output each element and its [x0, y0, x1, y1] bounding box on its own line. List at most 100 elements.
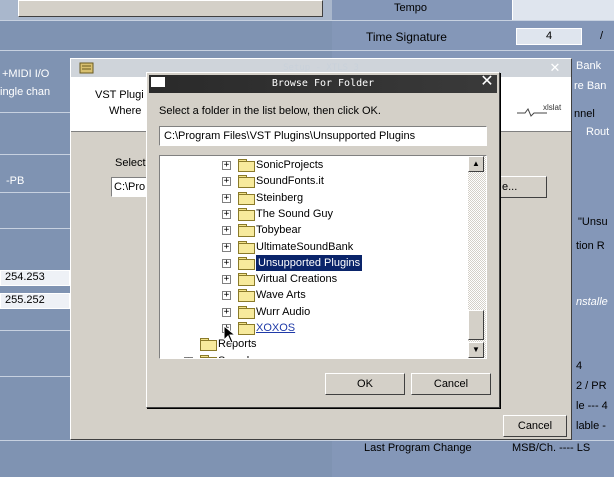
- left-label-midi-io: +MIDI I/O: [2, 68, 50, 80]
- tempo-label: Tempo: [394, 2, 428, 14]
- tree-item[interactable]: + Wurr Audio: [160, 304, 460, 320]
- app-icon: [79, 62, 94, 74]
- window-icon: [151, 77, 165, 87]
- tree-item[interactable]: + SonicProjects: [160, 157, 460, 173]
- folder-icon: [238, 305, 255, 319]
- ok-button[interactable]: OK: [325, 373, 405, 395]
- divider: [0, 154, 70, 155]
- tree-item[interactable]: + The Sound Guy: [160, 206, 460, 222]
- setup-cancel-button[interactable]: Cancel: [503, 415, 567, 437]
- last-program-change-label: Last Program Change: [364, 442, 472, 454]
- time-signature-label: Time Signature: [366, 30, 447, 44]
- tree-item[interactable]: + Steinberg: [160, 190, 460, 206]
- right-label-bank: Bank: [576, 60, 602, 72]
- plugin-path-field[interactable]: C:\Pro: [111, 177, 151, 197]
- tree-item-label: SoundFonts.it: [256, 175, 324, 188]
- tree-item[interactable]: + UltimateSoundBank: [160, 239, 460, 255]
- right-label-lable: lable -: [576, 420, 606, 432]
- close-icon[interactable]: ✕: [479, 74, 495, 90]
- tree-item[interactable]: + Samples: [160, 353, 460, 358]
- folder-icon: [238, 159, 255, 172]
- folder-icon: [238, 240, 255, 254]
- tree-item-label: XOXOS: [256, 322, 296, 334]
- tree-item-label: Wurr Audio: [256, 305, 311, 318]
- right-label-channel: nnel: [574, 108, 595, 120]
- tree-item-label: SonicProjects: [256, 159, 324, 171]
- ip-field-2[interactable]: 255.252: [0, 293, 70, 309]
- tree-item[interactable]: Reports: [160, 336, 460, 352]
- tree-item[interactable]: +XOXOS: [160, 320, 460, 336]
- expand-icon[interactable]: +: [222, 291, 231, 301]
- browse-title: Browse For Folder: [271, 78, 375, 89]
- expand-icon[interactable]: +: [222, 161, 231, 170]
- right-label-le: le --- 4: [576, 400, 608, 412]
- expand-icon[interactable]: +: [184, 356, 193, 358]
- browse-button[interactable]: e...: [499, 176, 547, 198]
- open-folder-icon: [238, 256, 255, 270]
- selected-path-field[interactable]: C:\Program Files\VST Plugins\Unsupported…: [159, 126, 487, 146]
- time-signature-numerator[interactable]: 4: [516, 28, 582, 45]
- expand-icon[interactable]: +: [222, 275, 231, 285]
- expand-icon[interactable]: +: [222, 307, 231, 317]
- mouse-cursor-icon: [224, 326, 236, 344]
- tree-item-label: Samples: [218, 353, 261, 358]
- folder-icon: [200, 354, 217, 358]
- setup-header-line1: VST Plugi: [95, 89, 144, 101]
- folder-icon: [238, 273, 255, 287]
- divider: [0, 112, 70, 113]
- tree-item[interactable]: + SoundFonts.it: [160, 173, 460, 189]
- select-label: Select: [115, 157, 146, 169]
- tree-item[interactable]: + Wave Arts: [160, 287, 460, 303]
- tree-item-label: Virtual Creations: [256, 273, 338, 286]
- browse-titlebar[interactable]: Browse For Folder: [149, 75, 497, 93]
- right-label-route: Rout: [586, 126, 610, 138]
- right-label-unsupported: "Unsu: [578, 216, 608, 228]
- left-label-single-channel: ingle chan: [0, 86, 51, 98]
- browse-instruction: Select a folder in the list below, then …: [159, 105, 381, 117]
- divider: [0, 330, 70, 331]
- expand-icon[interactable]: +: [222, 177, 231, 187]
- expand-icon[interactable]: +: [222, 226, 231, 236]
- right-label-installed: nstalle: [576, 296, 608, 308]
- tree-item-label: Steinberg: [256, 191, 304, 204]
- tree-item-label: UltimateSoundBank: [256, 240, 354, 253]
- last-program-change-value: MSB/Ch. ---- LS: [512, 442, 591, 454]
- expand-icon[interactable]: +: [222, 258, 231, 268]
- folder-tree[interactable]: + SonicProjects + SoundFonts.it + Steinberg + T…: [159, 155, 487, 359]
- tree-item-label: The Sound Guy: [256, 207, 334, 220]
- folder-icon: [238, 289, 255, 303]
- divider: [0, 228, 70, 229]
- cancel-button[interactable]: Cancel: [411, 373, 491, 395]
- ip-field-1[interactable]: 254.253: [0, 270, 70, 286]
- browse-for-folder-dialog: Browse For Folder ✕ Select a folder in t…: [146, 72, 500, 408]
- folder-icon: [238, 175, 255, 189]
- left-label-pb: -PB: [6, 175, 25, 187]
- expand-icon[interactable]: +: [222, 242, 231, 252]
- tree-scrollbar[interactable]: ▲ ▼: [468, 156, 486, 358]
- scroll-down-button[interactable]: ▼: [468, 342, 484, 358]
- divider: [0, 440, 614, 441]
- divider: [0, 50, 614, 51]
- background-top-button[interactable]: [18, 0, 323, 17]
- tree-item[interactable]: + Virtual Creations: [160, 271, 460, 287]
- right-label-option: tion R: [576, 240, 605, 252]
- divider: [0, 20, 614, 21]
- right-label-pr: 2 / PR: [576, 380, 607, 392]
- folder-icon: [238, 207, 255, 221]
- folder-icon: [200, 338, 217, 352]
- divider: [0, 192, 70, 193]
- setup-header-line2: Where: [109, 105, 142, 117]
- folder-icon: [238, 224, 255, 238]
- scroll-thumb[interactable]: [468, 310, 484, 340]
- tree-item-label: Unsupported Plugins: [256, 254, 363, 271]
- right-label-4: 4: [576, 360, 583, 372]
- tree-item[interactable]: + Unsupported Plugins: [160, 254, 460, 271]
- setup-close-icon[interactable]: ✕: [547, 61, 563, 75]
- scroll-up-button[interactable]: ▲: [468, 156, 484, 172]
- tree-item-label: Tobybear: [256, 224, 302, 237]
- expand-icon[interactable]: +: [222, 209, 231, 219]
- expand-icon[interactable]: +: [222, 193, 231, 203]
- tree-item[interactable]: + Tobybear: [160, 222, 460, 238]
- background-right-field: [512, 0, 614, 20]
- logo-text: xlslat: [543, 103, 562, 112]
